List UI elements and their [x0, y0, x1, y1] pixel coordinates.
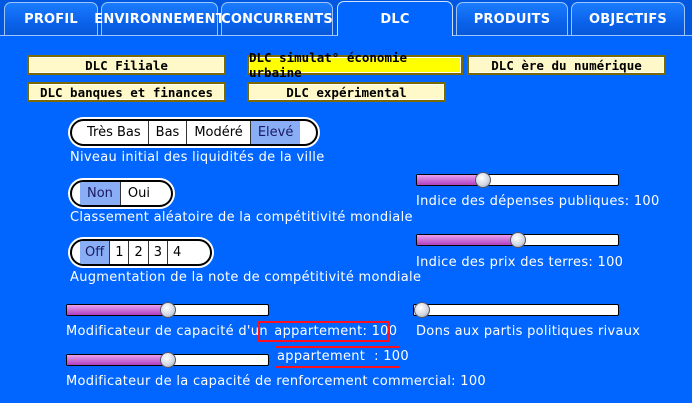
liquidity-option-modere[interactable]: Modéré [187, 121, 251, 144]
dlc-filiale-button[interactable]: DLC Filiale [27, 55, 226, 75]
random-competitiveness-toggle: Non Oui [70, 180, 173, 207]
competitiveness-option-off[interactable]: Off [80, 241, 111, 264]
tab-dlc[interactable]: DLC [337, 1, 453, 37]
land-price-value: 100 [597, 255, 624, 270]
tab-label: ENVIRONNEMENT [94, 12, 225, 27]
dlc-button-label: DLC ère du numérique [491, 57, 642, 73]
tab-objectifs[interactable]: OBJECTIFS [571, 2, 685, 36]
commercial-capacity-label: Modificateur de la capacité de renforcem… [66, 374, 486, 389]
tab-label: OBJECTIFS [589, 12, 667, 27]
public-spending-text: Indice des dépenses publiques: [416, 194, 630, 209]
land-price-slider[interactable] [416, 232, 619, 248]
highlight-box [258, 321, 390, 342]
dlc-banques-finances-button[interactable]: DLC banques et finances [27, 82, 226, 102]
tab-bar: PROFIL ENVIRONNEMENT CONCURRENTS DLC PRO… [0, 0, 692, 37]
liquidity-option-tres-bas[interactable]: Très Bas [80, 121, 149, 144]
competitiveness-option-3[interactable]: 3 [149, 241, 169, 264]
slider-knob[interactable] [509, 232, 526, 248]
competitiveness-option-2[interactable]: 2 [129, 241, 149, 264]
slider-fill [417, 175, 484, 185]
random-competitiveness-non[interactable]: Non [80, 182, 121, 205]
slider-knob[interactable] [414, 302, 430, 318]
public-spending-label: Indice des dépenses publiques: 100 [416, 194, 660, 209]
tab-label: PRODUITS [473, 12, 551, 27]
commercial-capacity-text: Modificateur de la capacité de renforcem… [66, 374, 456, 389]
tab-label: PROFIL [24, 12, 78, 27]
tab-label: CONCURRENTS [221, 12, 333, 27]
slider-fill [67, 355, 168, 365]
dlc-ere-numerique-button[interactable]: DLC ère du numérique [467, 55, 666, 75]
random-competitiveness-oui[interactable]: Oui [121, 182, 157, 205]
random-competitiveness-label: Classement aléatoire de la compétitivité… [70, 210, 413, 225]
public-spending-slider[interactable] [416, 172, 619, 188]
slider-knob[interactable] [159, 352, 176, 368]
highlight-overline [275, 346, 400, 348]
slider-fill [417, 235, 518, 245]
public-spending-value: 100 [633, 194, 660, 209]
tab-produits[interactable]: PRODUITS [456, 2, 568, 36]
apartment-note: appartement : 100 [277, 349, 409, 364]
dlc-button-label: DLC simulat° économie urbaine [249, 50, 408, 80]
political-donations-slider[interactable] [413, 302, 619, 318]
tab-profil[interactable]: PROFIL [4, 2, 98, 36]
commercial-capacity-slider[interactable] [66, 352, 269, 368]
slider-fill [67, 305, 168, 315]
slider-knob[interactable] [475, 172, 492, 188]
dlc-experimental-button[interactable]: DLC expérimental [247, 82, 446, 102]
competitiveness-increase-label: Augmentation de la note de compétitivité… [70, 270, 422, 285]
liquidity-option-eleve[interactable]: Elevé [250, 121, 301, 144]
dlc-button-label: DLC Filiale [85, 57, 168, 73]
apartment-note-text: appartement [277, 349, 366, 364]
liquidity-label: Niveau initial des liquidités de la vill… [70, 150, 325, 165]
liquidity-option-bas[interactable]: Bas [149, 121, 188, 144]
apartment-capacity-slider[interactable] [66, 302, 269, 318]
apartment-capacity-prefix: Modificateur de capacité d'un [66, 324, 268, 339]
competitiveness-option-4[interactable]: 4 [168, 241, 186, 264]
slider-knob[interactable] [159, 302, 176, 318]
apartment-note-value: 100 [383, 349, 409, 364]
dlc-simulation-urbaine-button[interactable]: DLC simulat° économie urbaine [247, 50, 463, 80]
land-price-text: Indice des prix des terres: [416, 255, 594, 270]
apartment-note-separator: : [374, 349, 379, 364]
dlc-button-label: DLC banques et finances [39, 84, 214, 100]
highlight-underline [275, 366, 400, 368]
competitiveness-increase-selector: Off 1 2 3 4 [70, 239, 212, 266]
liquidity-selector: Très Bas Bas Modéré Elevé [70, 119, 318, 146]
competitiveness-option-1[interactable]: 1 [110, 241, 130, 264]
land-price-label: Indice des prix des terres: 100 [416, 255, 623, 270]
tab-environnement[interactable]: ENVIRONNEMENT [94, 2, 225, 36]
tab-concurrents[interactable]: CONCURRENTS [221, 2, 333, 36]
dlc-button-label: DLC expérimental [286, 84, 407, 100]
commercial-capacity-value: 100 [460, 374, 486, 389]
tab-label: DLC [380, 12, 410, 27]
political-donations-label: Dons aux partis politiques rivaux [416, 324, 641, 339]
